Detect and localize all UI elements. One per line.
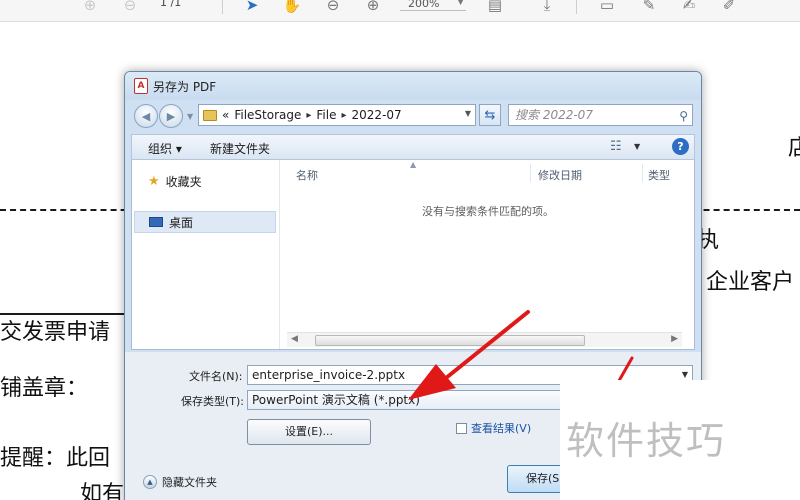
column-divider[interactable] xyxy=(530,164,531,182)
view-options-icon[interactable]: ☷ xyxy=(610,139,622,154)
toolbar-divider xyxy=(222,0,223,14)
history-dropdown-icon[interactable]: ▼ xyxy=(187,112,193,121)
file-list[interactable]: ▲ 名称 修改日期 类型 没有与搜索条件匹配的项。 ◀ ▶ xyxy=(282,160,694,349)
folder-icon xyxy=(203,109,217,121)
doc-text-right-top: 店 xyxy=(788,136,800,161)
filetype-value: PowerPoint 演示文稿 (*.pptx) xyxy=(252,393,420,407)
dialog-title: 另存为 PDF xyxy=(153,80,217,94)
refresh-icon[interactable]: ⇆ xyxy=(479,104,501,126)
zoom-out-icon[interactable]: ⊖ xyxy=(322,0,344,16)
scrollbar-thumb[interactable] xyxy=(315,335,585,346)
select-cursor-icon[interactable]: ➤ xyxy=(242,0,262,16)
chevron-up-icon[interactable]: ▲ xyxy=(143,475,157,489)
command-bar: 组织 ▾ 新建文件夹 ☷ ▼ ? xyxy=(131,134,695,160)
scroll-right-icon[interactable]: ▶ xyxy=(671,334,678,344)
chevron-down-icon[interactable]: ▼ xyxy=(465,109,471,118)
address-bar[interactable]: « FileStorage ▸ File ▸ 2022-07 ▼ xyxy=(198,104,476,126)
page-layout-icon[interactable]: ▤ xyxy=(484,0,506,16)
sort-arrow-icon: ▲ xyxy=(410,160,417,169)
signature-icon[interactable]: ✍ xyxy=(678,0,700,16)
desktop-icon xyxy=(149,217,163,227)
toolbar-divider xyxy=(576,0,577,14)
search-input[interactable]: 搜索 2022-07 ⚲ xyxy=(508,104,693,126)
breadcrumb-filestorage[interactable]: FileStorage xyxy=(234,108,301,122)
forward-button[interactable]: ▶ xyxy=(159,104,183,128)
doc-text-left1: 交发票申请 xyxy=(0,320,111,345)
nav-label: 收藏夹 xyxy=(165,174,202,189)
filetype-label: 保存类型(T): xyxy=(181,395,245,408)
breadcrumb-separator-icon[interactable]: ▸ xyxy=(306,110,311,121)
file-browser: ★ 收藏夹 桌面 ▲ 名称 修改日期 类型 没有与搜索条件匹配的项。 ◀ ▶ xyxy=(131,160,695,350)
empty-message: 没有与搜索条件匹配的项。 xyxy=(422,205,554,218)
hand-tool-icon[interactable]: ✋ xyxy=(281,0,303,16)
viewer-toolbar: ⊕ ⊖ 1 /1 ➤ ✋ ⊖ ⊕ 200% ▼ ▤ ⤓ ▭ ✎ ✍ ✐ xyxy=(0,0,800,22)
view-result-label[interactable]: 查看结果(V) xyxy=(471,420,531,436)
comment-icon[interactable]: ▭ xyxy=(596,0,618,16)
page-indicator[interactable]: 1 /1 xyxy=(160,0,181,9)
page-current: 1 xyxy=(160,0,167,9)
pdf-icon: A xyxy=(134,78,148,94)
watermark-text: 软件技巧 xyxy=(566,419,727,463)
pen-icon[interactable]: ✎ xyxy=(638,0,660,16)
new-folder-button[interactable]: 新建文件夹 xyxy=(210,140,270,157)
hide-folders-label: 隐藏文件夹 xyxy=(162,476,217,489)
doc-text-right-mid2: 企业客户 xyxy=(706,270,795,295)
dialog-titlebar[interactable]: A 另存为 PDF xyxy=(125,72,701,100)
filename-label: 文件名(N): xyxy=(189,370,243,383)
navigation-pane: ★ 收藏夹 桌面 xyxy=(132,160,280,349)
zoom-select[interactable]: 200% ▼ xyxy=(400,0,466,11)
hide-folders-toggle[interactable]: ▲ 隐藏文件夹 xyxy=(143,474,217,490)
horizontal-scrollbar[interactable]: ◀ ▶ xyxy=(287,332,682,347)
doc-text-left4: 如有 xyxy=(80,482,125,500)
doc-text-left3: 提醒：此回 xyxy=(0,446,111,471)
settings-button[interactable]: 设置(E)... xyxy=(247,419,371,445)
breadcrumb-lead: « xyxy=(222,108,230,122)
chevron-down-icon[interactable]: ▼ xyxy=(634,142,640,151)
organize-menu[interactable]: 组织 ▾ xyxy=(148,140,182,157)
breadcrumb-separator-icon[interactable]: ▸ xyxy=(342,110,347,121)
prev-page-icon[interactable]: ⊕ xyxy=(80,0,100,16)
column-header-type[interactable]: 类型 xyxy=(648,167,670,183)
chevron-down-icon: ▼ xyxy=(457,0,464,7)
filename-value: enterprise_invoice-2.pptx xyxy=(252,368,406,382)
edit-icon[interactable]: ✐ xyxy=(718,0,740,16)
search-placeholder: 搜索 2022-07 xyxy=(515,108,593,122)
column-divider[interactable] xyxy=(642,164,643,182)
column-header-name[interactable]: 名称 xyxy=(296,167,318,183)
nav-label: 桌面 xyxy=(169,215,194,230)
address-row: ◀ ▶ ▼ « FileStorage ▸ File ▸ 2022-07 ▼ ⇆… xyxy=(125,100,701,132)
search-icon[interactable]: ⚲ xyxy=(679,106,688,126)
back-button[interactable]: ◀ xyxy=(134,104,158,128)
breadcrumb-file[interactable]: File xyxy=(316,108,336,122)
zoom-in-icon[interactable]: ⊕ xyxy=(362,0,384,16)
column-header-modified[interactable]: 修改日期 xyxy=(538,167,582,183)
help-icon[interactable]: ? xyxy=(672,138,689,155)
view-result-option[interactable]: 查看结果(V) xyxy=(456,420,531,436)
doc-text-left2: 铺盖章： xyxy=(0,376,89,401)
scroll-left-icon[interactable]: ◀ xyxy=(291,334,298,344)
view-result-checkbox[interactable] xyxy=(456,422,467,434)
download-icon[interactable]: ⤓ xyxy=(536,0,558,16)
nav-item-favorites[interactable]: ★ 收藏夹 xyxy=(134,170,276,192)
page-total: /1 xyxy=(170,0,182,9)
next-page-icon[interactable]: ⊖ xyxy=(120,0,140,16)
star-icon: ★ xyxy=(148,173,160,189)
zoom-value: 200% xyxy=(408,0,440,10)
breadcrumb-2022-07[interactable]: 2022-07 xyxy=(352,108,402,122)
nav-item-desktop[interactable]: 桌面 xyxy=(134,211,276,233)
